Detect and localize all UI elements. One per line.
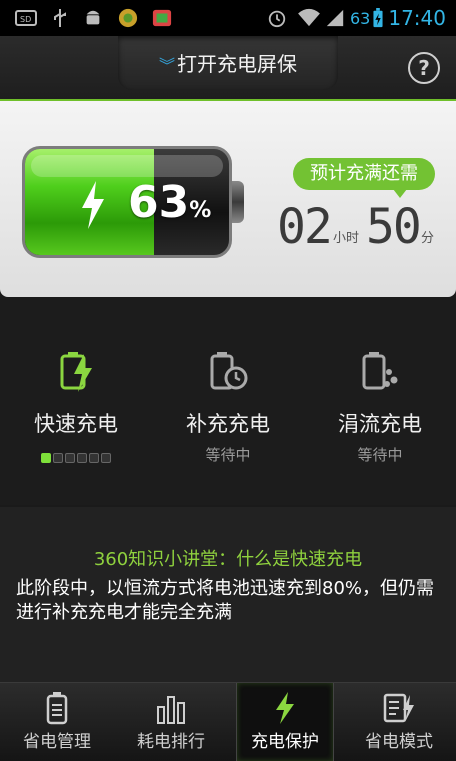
mode-trickle-charge: 涓流充电 等待中 <box>304 350 456 465</box>
open-charging-screensaver-button[interactable]: ︾ 打开充电屏保 <box>118 36 338 90</box>
gallery-icon <box>152 9 172 27</box>
nav-power-usage-ranking[interactable]: 耗电排行 <box>114 683 228 761</box>
mode-status: 等待中 <box>357 446 403 464</box>
charging-modes: 快速充电 补充充电 等待中 涓流充电 等待中 <box>0 300 456 505</box>
sd-card-icon: SD <box>15 10 37 26</box>
battery-terminal <box>232 181 244 223</box>
estimate-badge: 预计充满还需 <box>293 158 435 198</box>
progress-dot <box>53 453 63 463</box>
question-icon: ? <box>418 56 430 80</box>
progress-dot <box>89 453 99 463</box>
fast-charge-progress <box>0 448 152 463</box>
percent-sign: % <box>189 198 212 223</box>
knowledge-section: 360知识小讲堂：什么是快速充电 此阶段中，以恒流方式将电池迅速充到80%，但仍… <box>0 507 456 682</box>
minutes-unit: 分 <box>421 231 435 246</box>
list-bolt-icon <box>383 693 414 723</box>
app-icon <box>118 8 138 28</box>
battery-manage-icon <box>46 692 68 725</box>
help-button[interactable]: ? <box>408 52 440 84</box>
knowledge-body: 此阶段中，以恒流方式将电池迅速充到80%，但仍需进行补充充电才能完全充满 <box>16 578 435 623</box>
progress-dot <box>77 453 87 463</box>
mode-status: 等待中 <box>205 446 251 464</box>
battery-percent-value: 63 <box>128 177 190 228</box>
fast-charge-icon <box>60 352 92 392</box>
nav-charging-protection[interactable]: 充电保护 <box>236 683 334 761</box>
progress-dot <box>41 453 51 463</box>
nav-power-saving-mode[interactable]: 省电模式 <box>342 683 456 761</box>
bar-chart-icon <box>157 696 185 724</box>
battery-panel: 63% 预计充满还需 02 小时 50 分 <box>0 101 456 297</box>
status-bar: SD 63 17:40 <box>0 0 456 36</box>
mode-fast-charge: 快速充电 <box>0 350 152 463</box>
clock: 17:40 <box>388 6 446 30</box>
bottom-nav: 省电管理 耗电排行 充电保护 省电模式 <box>0 682 456 761</box>
android-debug-icon <box>86 10 100 25</box>
double-chevron-down-icon: ︾ <box>158 56 175 75</box>
nav-power-saving-management[interactable]: 省电管理 <box>0 683 114 761</box>
header-title: 打开充电屏保 <box>177 52 297 76</box>
header-bar: ︾ 打开充电屏保 ? <box>0 36 456 100</box>
battery-shine <box>31 155 223 177</box>
nav-label: 省电管理 <box>23 732 91 752</box>
nav-label: 充电保护 <box>251 732 319 752</box>
supplement-charge-icon <box>210 352 248 390</box>
alarm-icon <box>268 10 286 28</box>
hours-value: 02 <box>277 199 333 255</box>
signal-icon <box>326 9 344 27</box>
wifi-icon <box>298 8 320 27</box>
progress-dot <box>101 453 111 463</box>
mode-supplement-charge: 补充充电 等待中 <box>152 350 304 465</box>
mode-title: 快速充电 <box>34 412 118 436</box>
battery-percent-status: 63 <box>350 9 371 28</box>
hours-unit: 小时 <box>333 231 360 246</box>
trickle-charge-icon <box>362 352 398 390</box>
lightning-bolt-icon <box>82 181 104 229</box>
nav-label: 省电模式 <box>365 732 433 752</box>
battery-graphic: 63% <box>22 146 232 258</box>
nav-label: 耗电排行 <box>137 732 205 752</box>
minutes-value: 50 <box>366 199 422 255</box>
progress-dot <box>65 453 75 463</box>
svg-text:SD: SD <box>20 15 31 24</box>
knowledge-title[interactable]: 360知识小讲堂：什么是快速充电 <box>0 545 456 571</box>
battery-percentage: 63% <box>128 177 211 228</box>
battery-charging-icon <box>373 8 383 28</box>
usb-icon <box>54 9 66 27</box>
mode-title: 涓流充电 <box>338 412 422 436</box>
mode-title: 补充充电 <box>186 412 270 436</box>
lightning-icon <box>276 692 294 724</box>
